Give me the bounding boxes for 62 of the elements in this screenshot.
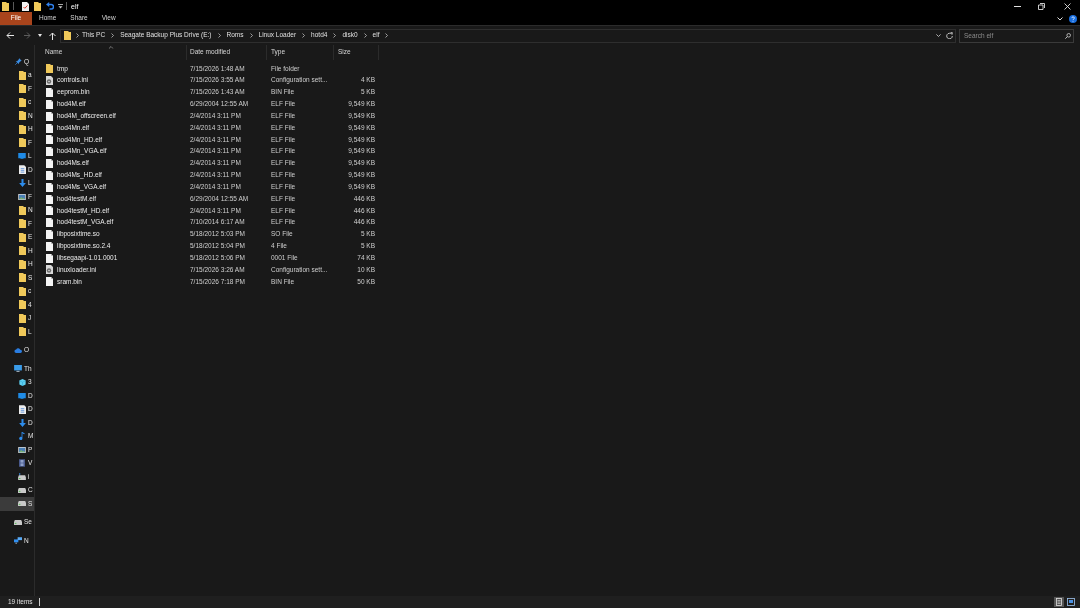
file-icon	[46, 194, 53, 204]
monitor-icon	[18, 392, 26, 399]
file-icon	[46, 182, 53, 192]
sort-caret-icon	[108, 46, 113, 49]
properties-icon[interactable]	[22, 1, 29, 11]
music-note-icon	[19, 432, 25, 441]
back-arrow-icon[interactable]	[6, 32, 14, 39]
restore-icon[interactable]	[1038, 2, 1045, 10]
chevron-right-icon[interactable]	[302, 33, 306, 38]
folder-icon[interactable]	[2, 1, 9, 11]
chevron-right-icon[interactable]	[76, 33, 79, 38]
file-icon	[46, 111, 53, 121]
drive-icon	[18, 501, 26, 507]
file-icon	[46, 123, 53, 133]
document-icon	[18, 165, 26, 175]
help-icon[interactable]	[1069, 14, 1077, 23]
file-icon	[46, 241, 53, 251]
drive-icon	[14, 519, 22, 525]
chevron-right-icon[interactable]	[217, 33, 221, 38]
film-icon	[19, 459, 25, 468]
chevron-down-icon[interactable]	[1057, 16, 1063, 21]
chevron-right-icon[interactable]	[249, 33, 253, 38]
file-icon	[46, 230, 53, 239]
file-icon	[46, 206, 53, 216]
file-icon	[46, 147, 53, 157]
file-icon	[46, 253, 53, 263]
minimize-icon[interactable]	[1014, 5, 1021, 7]
cloud-icon	[14, 347, 22, 353]
caret-icon[interactable]	[58, 3, 63, 9]
chevron-right-icon[interactable]	[385, 33, 389, 38]
folder-icon	[64, 31, 71, 40]
chevron-right-icon[interactable]	[111, 33, 115, 38]
chevron-right-icon[interactable]	[363, 33, 367, 38]
caret-down-icon[interactable]	[38, 34, 42, 37]
picture-icon	[18, 193, 26, 200]
drive-icon	[18, 487, 26, 493]
network-icon	[14, 537, 22, 545]
large-icons-view-icon[interactable]	[1066, 597, 1076, 607]
settings-file-icon	[46, 265, 53, 275]
folder-icon[interactable]	[34, 1, 41, 11]
search-icon[interactable]	[1065, 32, 1071, 39]
chevron-right-icon[interactable]	[333, 33, 337, 38]
file-icon	[46, 277, 53, 287]
pin-icon	[14, 58, 22, 66]
settings-file-icon	[46, 76, 53, 86]
down-arrow-icon	[18, 418, 26, 427]
folder-icon	[46, 64, 53, 74]
refresh-icon[interactable]	[946, 32, 953, 39]
undo-icon[interactable]	[46, 2, 54, 10]
computer-icon	[14, 365, 22, 373]
caret-down-icon[interactable]	[936, 34, 941, 37]
down-arrow-icon	[18, 179, 26, 188]
document-icon	[18, 404, 26, 414]
cube-icon	[18, 378, 26, 386]
monitor-icon	[18, 153, 26, 160]
file-icon	[46, 218, 53, 228]
close-icon[interactable]	[1064, 2, 1071, 10]
picture-icon	[18, 446, 26, 453]
network-drive-icon	[18, 473, 26, 481]
details-view-icon[interactable]	[1054, 597, 1064, 607]
file-icon	[46, 135, 53, 145]
up-arrow-icon[interactable]	[49, 31, 56, 40]
